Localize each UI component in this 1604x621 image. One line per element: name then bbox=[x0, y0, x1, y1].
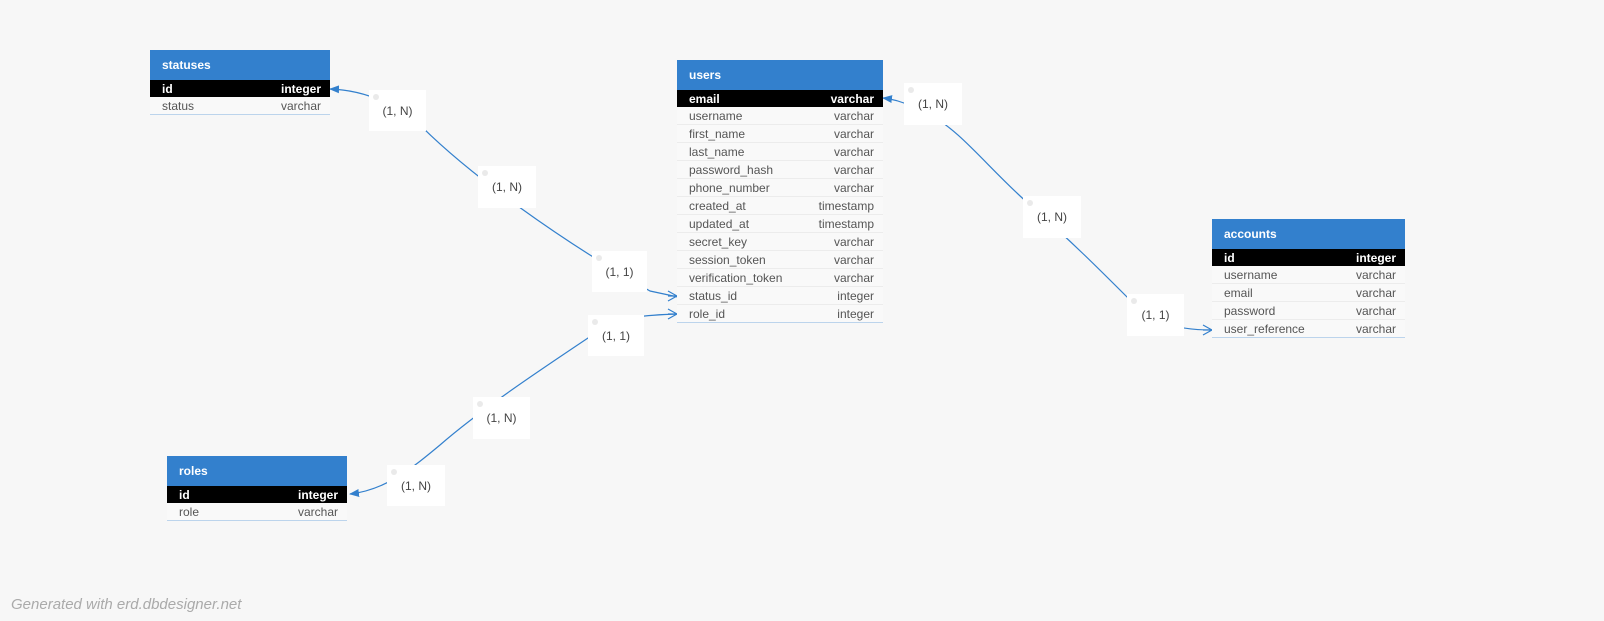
table-users[interactable]: users email varchar username varchar first… bbox=[677, 60, 883, 323]
table-row[interactable]: role_id integer bbox=[677, 305, 883, 323]
label-handle bbox=[391, 469, 397, 475]
column-name: last_name bbox=[689, 144, 745, 159]
table-row[interactable]: user_reference varchar bbox=[1212, 320, 1405, 338]
column-name: session_token bbox=[689, 252, 766, 267]
label-handle bbox=[1131, 298, 1137, 304]
label-handle bbox=[477, 401, 483, 407]
table-row[interactable]: verification_token varchar bbox=[677, 269, 883, 287]
column-type: varchar bbox=[1355, 303, 1396, 318]
table-title[interactable]: statuses bbox=[150, 50, 330, 80]
column-type: integer bbox=[837, 288, 874, 303]
cardinality-label[interactable]: (1, N) bbox=[478, 166, 536, 208]
column-type: integer bbox=[837, 306, 874, 321]
column-type: integer bbox=[297, 487, 338, 502]
label-handle bbox=[373, 94, 379, 100]
table-row[interactable]: password_hash varchar bbox=[677, 161, 883, 179]
column-type: varchar bbox=[833, 180, 874, 195]
table-row-pk[interactable]: id integer bbox=[167, 486, 347, 503]
column-name: created_at bbox=[689, 198, 746, 213]
cardinality-label[interactable]: (1, 1) bbox=[592, 251, 647, 292]
cardinality-label[interactable]: (1, N) bbox=[387, 465, 445, 506]
cardinality-label[interactable]: (1, N) bbox=[369, 90, 426, 131]
column-type: varchar bbox=[833, 144, 874, 159]
column-name: role_id bbox=[689, 306, 726, 321]
column-type: varchar bbox=[1355, 267, 1396, 282]
column-name: email bbox=[1224, 285, 1253, 300]
column-name: verification_token bbox=[689, 270, 783, 285]
table-row[interactable]: status_id integer bbox=[677, 287, 883, 305]
column-type: integer bbox=[1355, 250, 1396, 265]
column-name: status bbox=[162, 98, 195, 113]
column-type: integer bbox=[280, 81, 321, 96]
column-type: varchar bbox=[1355, 321, 1396, 336]
column-type: varchar bbox=[833, 252, 874, 267]
column-type: timestamp bbox=[818, 198, 874, 213]
table-row[interactable]: username varchar bbox=[677, 107, 883, 125]
table-title[interactable]: users bbox=[677, 60, 883, 90]
generated-by-footer: Generated with erd.dbdesigner.net bbox=[11, 596, 242, 613]
table-row[interactable]: username varchar bbox=[1212, 266, 1405, 284]
label-handle bbox=[596, 255, 602, 261]
cardinality-label[interactable]: (1, 1) bbox=[588, 315, 644, 356]
cardinality-label[interactable]: (1, N) bbox=[1023, 196, 1081, 238]
label-handle bbox=[482, 170, 488, 176]
column-type: varchar bbox=[833, 270, 874, 285]
label-handle bbox=[908, 87, 914, 93]
column-name: user_reference bbox=[1224, 321, 1305, 336]
table-row-pk[interactable]: email varchar bbox=[677, 90, 883, 107]
column-name: updated_at bbox=[689, 216, 750, 231]
cardinality-label[interactable]: (1, N) bbox=[904, 83, 962, 125]
column-type: varchar bbox=[297, 504, 338, 519]
column-type: varchar bbox=[830, 91, 874, 106]
column-name: username bbox=[689, 108, 743, 123]
column-name: secret_key bbox=[689, 234, 748, 249]
column-name: id bbox=[179, 487, 190, 502]
table-accounts[interactable]: accounts id integer username varchar email… bbox=[1212, 219, 1405, 338]
table-row-pk[interactable]: id integer bbox=[1212, 249, 1405, 266]
cardinality-label[interactable]: (1, N) bbox=[473, 397, 530, 439]
label-handle bbox=[592, 319, 598, 325]
table-title[interactable]: accounts bbox=[1212, 219, 1405, 249]
column-type: varchar bbox=[833, 108, 874, 123]
crowfoot-user-reference bbox=[1202, 324, 1213, 336]
table-row-pk[interactable]: id integer bbox=[150, 80, 330, 97]
column-name: first_name bbox=[689, 126, 746, 141]
column-name: id bbox=[162, 81, 173, 96]
column-type: varchar bbox=[833, 234, 874, 249]
column-name: phone_number bbox=[689, 180, 770, 195]
crowfoot-status bbox=[667, 290, 678, 302]
table-row[interactable]: updated_at timestamp bbox=[677, 215, 883, 233]
column-type: varchar bbox=[280, 98, 321, 113]
column-name: password bbox=[1224, 303, 1276, 318]
table-row[interactable]: session_token varchar bbox=[677, 251, 883, 269]
table-row[interactable]: email varchar bbox=[1212, 284, 1405, 302]
table-row[interactable]: password varchar bbox=[1212, 302, 1405, 320]
column-name: role bbox=[179, 504, 200, 519]
table-row[interactable]: created_at timestamp bbox=[677, 197, 883, 215]
column-name: password_hash bbox=[689, 162, 774, 177]
table-row[interactable]: secret_key varchar bbox=[677, 233, 883, 251]
table-row[interactable]: role varchar bbox=[167, 503, 347, 521]
column-type: varchar bbox=[833, 162, 874, 177]
table-row[interactable]: status varchar bbox=[150, 97, 330, 115]
label-handle bbox=[1027, 200, 1033, 206]
erd-canvas: statuses id integer status varchar users e… bbox=[0, 0, 1604, 621]
table-statuses[interactable]: statuses id integer status varchar bbox=[150, 50, 330, 115]
column-name: username bbox=[1224, 267, 1278, 282]
column-name: status_id bbox=[689, 288, 738, 303]
column-type: varchar bbox=[833, 126, 874, 141]
table-title[interactable]: roles bbox=[167, 456, 347, 486]
column-name: id bbox=[1224, 250, 1235, 265]
cardinality-label[interactable]: (1, 1) bbox=[1127, 294, 1184, 336]
table-row[interactable]: last_name varchar bbox=[677, 143, 883, 161]
column-type: timestamp bbox=[818, 216, 874, 231]
crowfoot-role bbox=[667, 308, 678, 320]
table-row[interactable]: phone_number varchar bbox=[677, 179, 883, 197]
column-type: varchar bbox=[1355, 285, 1396, 300]
table-row[interactable]: first_name varchar bbox=[677, 125, 883, 143]
table-roles[interactable]: roles id integer role varchar bbox=[167, 456, 347, 521]
column-name: email bbox=[689, 91, 720, 106]
